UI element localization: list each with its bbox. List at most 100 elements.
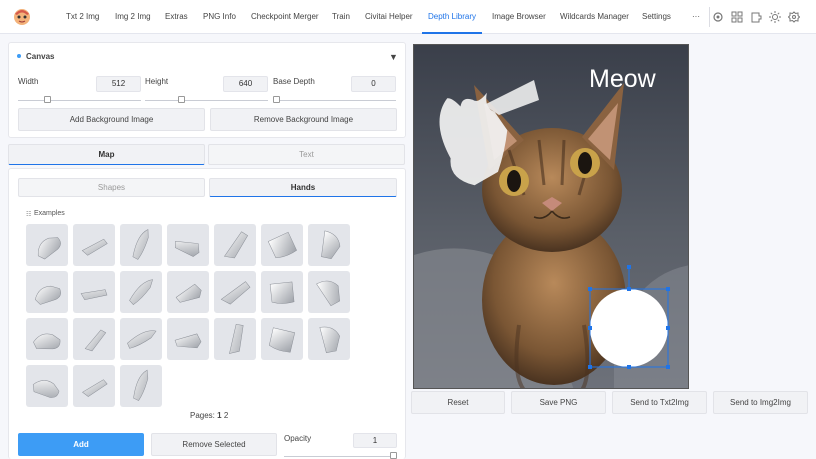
hand-icon [316,280,340,307]
page-2-link[interactable]: 2 [224,411,228,420]
base-depth-input[interactable]: 0 [351,76,396,92]
tab-checkpoint-merger[interactable]: Checkpoint Merger [251,0,319,34]
save-png-button[interactable]: Save PNG [511,391,606,414]
tab-shapes[interactable]: Shapes [18,178,205,197]
hand-example-thumbnail[interactable] [26,318,68,360]
opacity-slider-knob[interactable] [390,452,397,459]
hand-example-thumbnail[interactable] [26,224,68,266]
tab-extras[interactable]: Extras [165,0,188,34]
hand-icon [267,231,297,259]
sun-icon[interactable] [769,11,781,23]
tab-png-info[interactable]: PNG Info [203,0,236,34]
hand-example-thumbnail[interactable] [73,365,115,407]
pages-label: Pages: [190,411,215,420]
tab-hands[interactable]: Hands [209,178,397,197]
opacity-input[interactable]: 1 [353,433,397,448]
width-slider-knob[interactable] [44,96,51,103]
hand-example-thumbnail[interactable] [120,365,162,407]
hand-example-thumbnail[interactable] [73,224,115,266]
hand-example-thumbnail[interactable] [26,365,68,407]
remove-selected-button[interactable]: Remove Selected [151,433,277,456]
tab-img2img[interactable]: Img 2 Img [115,0,151,34]
base-depth-label: Base Depth [273,77,315,86]
hand-example-thumbnail[interactable] [261,318,303,360]
hand-example-thumbnail[interactable] [167,318,209,360]
tab-train[interactable]: Train [332,0,350,34]
send-to-txt2img-button[interactable]: Send to Txt2Img [612,391,707,414]
hand-example-thumbnail[interactable] [73,271,115,313]
grid-icon[interactable] [731,11,743,23]
height-slider[interactable] [145,96,268,103]
hand-example-thumbnail[interactable] [120,271,162,313]
height-slider-knob[interactable] [178,96,185,103]
tab-txt2img[interactable]: Txt 2 Img [66,0,99,34]
settings-cog-icon[interactable] [788,11,800,23]
examples-label: Examples [34,210,65,217]
list-icon: ☷ [26,212,32,218]
add-button[interactable]: Add [18,433,144,456]
hand-icon [81,238,108,256]
hand-icon [319,326,340,353]
tab-text[interactable]: Text [208,144,405,165]
tab-civitai-helper[interactable]: Civitai Helper [365,0,413,34]
hand-icon [37,237,61,260]
reset-button[interactable]: Reset [411,391,505,414]
hand-example-thumbnail[interactable] [120,318,162,360]
section-dot [17,54,21,58]
hand-icon [129,279,154,305]
hand-icon [229,323,244,354]
hand-icon [82,379,108,397]
canvas-caption-text[interactable]: Meow [589,65,657,93]
app-logo [14,9,30,25]
base-depth-slider[interactable] [273,96,396,103]
hand-example-thumbnail[interactable] [214,224,256,266]
depth-canvas[interactable]: Meow [413,44,689,389]
hand-icon [220,281,251,305]
hand-example-thumbnail[interactable] [167,224,209,266]
hand-example-thumbnail[interactable] [308,271,350,313]
tab-settings[interactable]: Settings [642,0,671,34]
remove-background-image-button[interactable]: Remove Background Image [210,108,397,131]
hand-example-thumbnail[interactable] [308,224,350,266]
add-background-image-button[interactable]: Add Background Image [18,108,205,131]
puzzle-icon[interactable] [750,11,762,23]
base-depth-slider-knob[interactable] [273,96,280,103]
width-label: Width [18,77,39,86]
tab-image-browser[interactable]: Image Browser [492,0,546,34]
hand-icon [133,369,149,401]
hand-example-thumbnail[interactable] [214,271,256,313]
hand-example-thumbnail[interactable] [261,224,303,266]
tab-map[interactable]: Map [8,144,205,165]
opacity-slider[interactable] [284,452,397,459]
hand-icon [32,380,60,398]
map-panel: Shapes Hands ☷ Examples Pages: 1 2 Add R… [8,168,406,459]
hand-example-thumbnail[interactable] [214,318,256,360]
hand-icon [34,285,61,305]
hand-example-thumbnail[interactable] [73,318,115,360]
top-navigation-bar: Txt 2 Img Img 2 Img Extras PNG Info Chec… [0,0,816,34]
hand-icon [132,229,149,260]
toolbar-divider [709,7,710,27]
hand-example-thumbnail[interactable] [308,318,350,360]
hand-icon [84,329,107,352]
hand-example-thumbnail[interactable] [26,271,68,313]
collapse-toggle[interactable]: ▼ [389,52,398,62]
more-tabs-button[interactable]: ··· [692,0,700,34]
hand-icon [175,283,202,303]
hand-icon [127,330,157,349]
width-input[interactable]: 512 [96,76,141,92]
pagination: Pages: 1 2 [190,411,228,420]
hand-example-thumbnail[interactable] [120,224,162,266]
tab-wildcards-manager[interactable]: Wildcards Manager [560,0,629,34]
hand-icon [80,289,108,300]
hand-example-thumbnail[interactable] [167,271,209,313]
canvas-title: Canvas [26,52,55,61]
gear-icon[interactable] [712,11,724,23]
height-label: Height [145,77,169,86]
hand-example-thumbnail[interactable] [261,271,303,313]
tab-depth-library[interactable]: Depth Library [422,0,482,34]
width-slider[interactable] [18,96,141,103]
send-to-img2img-button[interactable]: Send to Img2Img [713,391,808,414]
height-input[interactable]: 640 [223,76,268,92]
page-1-link[interactable]: 1 [217,411,221,420]
